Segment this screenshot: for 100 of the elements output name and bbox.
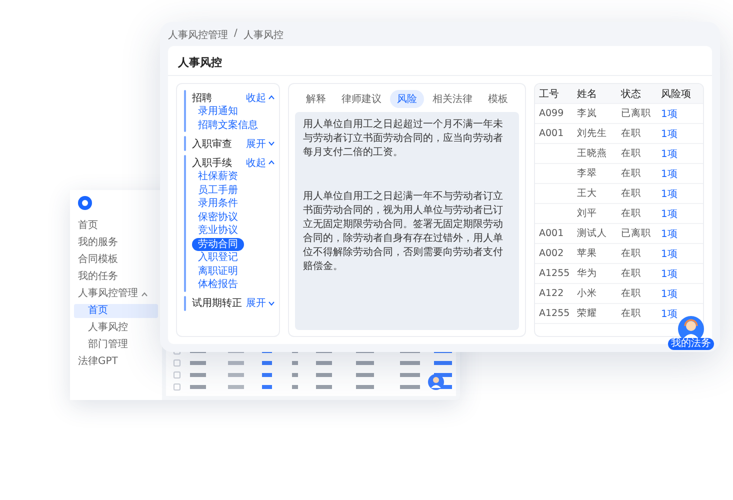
tree-item[interactable]: 社保薪资 (192, 170, 244, 184)
tree-item[interactable]: 录用通知 (192, 105, 244, 118)
toggle-button[interactable]: 展开 (246, 136, 275, 150)
table-cell-text: 刘平 (577, 207, 598, 220)
chevron-icon (268, 160, 275, 165)
sidebar-item[interactable]: 首页 (74, 304, 158, 318)
timeline-rail (184, 136, 186, 151)
risk-link[interactable]: 1项 (661, 286, 678, 300)
table-cell-text: A001 (539, 128, 565, 139)
paragraph: 用人单位自用工之日起满一年不与劳动者订立书面劳动合同的，视为用人单位与劳动者已订立无固定期限劳动合同。签署无固定期限劳动合同的，除劳动者自身有存在过错外，用人单位不得解除劳动合同，否则需要向劳动者支付赔偿金。 (303, 190, 504, 274)
risk-link[interactable]: 1项 (661, 146, 678, 160)
tree-item[interactable]: 员工手册 (192, 184, 244, 197)
section-label: 入职审查 (192, 138, 232, 150)
risk-link[interactable]: 1项 (661, 246, 678, 260)
sidebar-item[interactable]: 我的服务 (74, 236, 158, 250)
risk-link[interactable]: 1项 (661, 206, 678, 220)
tree-item[interactable]: 入职登记 (192, 251, 244, 264)
sidebar-item[interactable]: 人事风控管理 (74, 287, 158, 301)
avatar-icon (428, 374, 444, 390)
tree-item[interactable]: 离职证明 (192, 264, 244, 278)
table-cell-text: A002 (539, 248, 565, 259)
tree-item[interactable]: 体检报告 (192, 278, 244, 292)
table-cell-text: 小米 (577, 287, 598, 300)
column-header: 风险项 (661, 88, 691, 100)
risk-link[interactable]: 1项 (661, 306, 678, 320)
risk-link[interactable]: 1项 (661, 226, 678, 240)
tree-item[interactable]: 招聘文案信息 (192, 118, 264, 132)
risk-link[interactable]: 1项 (661, 266, 678, 280)
table-cell-text: 在职 (621, 147, 642, 160)
table-cell-text: A1255 (539, 268, 571, 279)
logo-icon (78, 196, 92, 210)
table-cell-text: 在职 (621, 247, 642, 260)
risk-link[interactable]: 1项 (661, 166, 678, 180)
table-cell-text: A1255 (539, 308, 571, 319)
section-label: 招聘 (192, 92, 212, 104)
tab[interactable]: 解释 (299, 90, 333, 108)
tree-item[interactable]: 保密协议 (192, 210, 244, 224)
tab[interactable]: 律师建议 (334, 90, 388, 108)
toggle-button[interactable]: 展开 (246, 296, 275, 310)
table-cell-text: 在职 (621, 207, 642, 220)
table-cell-text: 在职 (621, 267, 642, 280)
table-cell-text: 已离职 (621, 227, 652, 240)
table-cell-text: 李岚 (577, 107, 598, 120)
section-label: 试用期转正 (192, 296, 242, 310)
sidebar-label: 部门管理 (88, 339, 128, 351)
section-label: 入职手续 (192, 156, 232, 170)
tab[interactable]: 风险 (390, 90, 424, 108)
column-header: 工号 (539, 88, 560, 100)
sidebar-item[interactable]: 人事风控 (74, 321, 158, 335)
sidebar-item[interactable]: 部门管理 (74, 338, 158, 352)
timeline-rail (184, 90, 186, 132)
tab[interactable]: 相关法律 (426, 90, 480, 108)
sidebar-label: 合同模板 (78, 254, 118, 266)
table-cell-text: 在职 (621, 127, 642, 140)
sidebar-label: 我的服务 (78, 237, 118, 249)
chevron-icon (268, 95, 275, 100)
sidebar-label: 我的任务 (78, 271, 118, 283)
table-cell-text: 在职 (621, 307, 642, 320)
sidebar-label: 人事风控 (88, 322, 128, 334)
table-cell-text: A122 (539, 288, 565, 299)
table-cell-text: 在职 (621, 167, 642, 180)
table-cell-text: 李翠 (577, 167, 598, 180)
table-cell-text: 华为 (577, 267, 598, 280)
table-cell-text: 王大 (577, 187, 598, 200)
paragraph: 用人单位自用工之日起超过一个月不满一年未与劳动者订立书面劳动合同的，应当向劳动者每月支付二倍的工资。 (303, 118, 504, 160)
table-cell-text: 苹果 (577, 247, 598, 260)
column-header: 状态 (621, 88, 642, 100)
sidebar-item[interactable]: 首页 (74, 219, 158, 233)
tree-item[interactable]: 劳动合同 (192, 238, 244, 251)
assistant-label[interactable]: 我的法务 (668, 338, 714, 350)
risk-link[interactable]: 1项 (661, 126, 678, 140)
sidebar-label: 人事风控管理 (78, 288, 138, 300)
table-cell-text: 荣耀 (577, 307, 598, 320)
timeline-rail (184, 296, 186, 310)
chevron-icon (141, 292, 148, 296)
sidebar-label: 首页 (78, 220, 98, 232)
table-cell-text: A099 (539, 108, 565, 119)
column-header: 姓名 (577, 88, 598, 100)
table-cell-text: 测试人 (577, 227, 608, 240)
chevron-icon (268, 141, 275, 146)
sidebar-item[interactable]: 合同模板 (74, 253, 158, 267)
breadcrumb-separator: / (234, 28, 238, 41)
breadcrumb-item[interactable]: 人事风控管理 (168, 28, 228, 42)
sidebar-label: 法律GPT (78, 356, 118, 368)
toggle-button[interactable]: 收起 (246, 156, 275, 170)
page-title: 人事风控 (178, 56, 222, 69)
toggle-button[interactable]: 收起 (246, 90, 275, 104)
chevron-icon (268, 300, 275, 306)
risk-link[interactable]: 1项 (661, 106, 678, 120)
tab[interactable]: 模板 (481, 90, 515, 108)
table-cell-text: 在职 (621, 287, 642, 300)
risk-link[interactable]: 1项 (661, 186, 678, 200)
table-cell-text: 在职 (621, 187, 642, 200)
table-cell-text: A001 (539, 228, 565, 239)
sidebar-item[interactable]: 法律GPT (74, 355, 158, 369)
tree-item[interactable]: 竞业协议 (192, 224, 244, 238)
table-cell-text: 王晓燕 (577, 147, 608, 160)
sidebar-item[interactable]: 我的任务 (74, 270, 158, 284)
breadcrumb-item[interactable]: 人事风控 (243, 28, 284, 42)
tree-item[interactable]: 录用条件 (192, 197, 244, 210)
